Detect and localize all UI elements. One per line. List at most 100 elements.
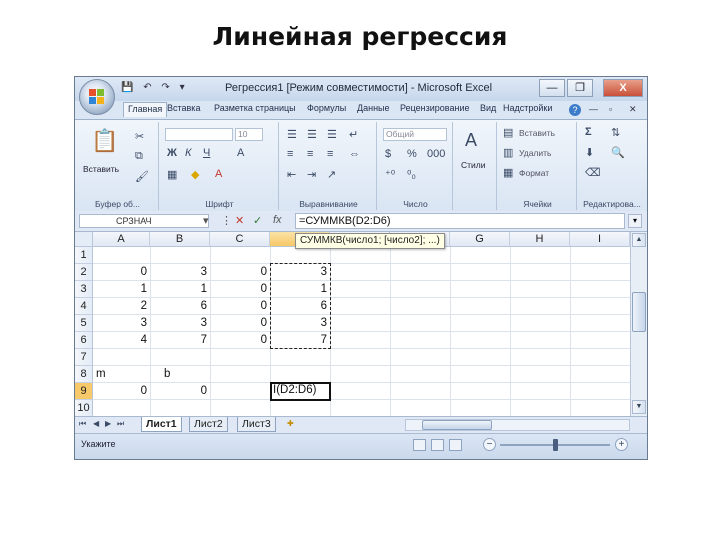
column-header-i[interactable]: I <box>570 232 630 247</box>
cell-c2[interactable]: 0 <box>210 264 270 281</box>
tab-addins[interactable]: Надстройки <box>503 103 552 113</box>
scroll-down-icon[interactable]: ▼ <box>632 400 646 414</box>
zoom-in-icon[interactable]: + <box>615 438 628 451</box>
italic-icon[interactable]: К <box>185 147 191 159</box>
cell-b2[interactable]: 3 <box>150 264 210 281</box>
tab-view[interactable]: Вид <box>480 103 496 113</box>
align-right-icon[interactable]: ≡ <box>327 148 333 160</box>
horizontal-scrollbar[interactable] <box>405 419 630 431</box>
insert-sheet-icon[interactable]: ✚ <box>287 419 294 428</box>
percent-icon[interactable]: % <box>407 148 417 160</box>
tab-page-layout[interactable]: Разметка страницы <box>214 103 296 113</box>
select-all-corner[interactable] <box>75 232 93 247</box>
align-middle-icon[interactable]: ☰ <box>307 128 317 141</box>
name-box[interactable]: СРЗНАЧ <box>79 214 209 228</box>
autosum-icon[interactable]: Σ <box>585 126 592 138</box>
help-icon[interactable]: ? <box>569 104 581 116</box>
cell-c6[interactable]: 0 <box>210 332 270 349</box>
decrease-decimal-icon[interactable]: ⁰₀ <box>407 168 416 181</box>
cell-b6[interactable]: 7 <box>150 332 210 349</box>
thousands-icon[interactable]: 000 <box>427 148 445 160</box>
fill-color-icon[interactable]: ◆ <box>191 168 199 181</box>
name-box-dropdown-icon[interactable]: ▾ <box>203 214 209 227</box>
align-center-icon[interactable]: ≡ <box>307 148 313 160</box>
paste-label[interactable]: Вставить <box>83 164 119 174</box>
cell-c5[interactable]: 0 <box>210 315 270 332</box>
cell-a4[interactable]: 2 <box>93 298 150 315</box>
formula-input[interactable]: =СУММКВ(D2:D6) <box>295 213 625 229</box>
vertical-scrollbar[interactable]: ▲ ▼ <box>630 232 647 416</box>
column-header-c[interactable]: C <box>210 232 270 247</box>
number-format-combo[interactable]: Общий <box>383 128 447 141</box>
confirm-entry-icon[interactable]: ✓ <box>253 214 262 227</box>
find-icon[interactable]: 🔍 <box>611 146 625 159</box>
grow-font-icon[interactable]: A <box>237 147 244 159</box>
ribbon-restore-icon[interactable]: ▫ <box>609 104 612 114</box>
customize-qat-icon[interactable]: ▾ <box>180 82 185 93</box>
row-header-1[interactable]: 1 <box>75 247 93 264</box>
underline-icon[interactable]: Ч <box>203 147 210 159</box>
cell-b4[interactable]: 6 <box>150 298 210 315</box>
row-header-2[interactable]: 2 <box>75 264 93 281</box>
close-button[interactable]: X <box>603 79 643 97</box>
row-header-3[interactable]: 3 <box>75 281 93 298</box>
active-cell-d9[interactable]: I(D2:D6) <box>270 382 331 401</box>
scroll-up-icon[interactable]: ▲ <box>632 233 646 247</box>
increase-decimal-icon[interactable]: ⁺⁰ <box>385 168 395 181</box>
restore-button[interactable]: ❐ <box>567 79 593 97</box>
cell-a9[interactable]: 0 <box>93 383 150 400</box>
styles-label[interactable]: Стили <box>461 160 486 170</box>
horizontal-scroll-thumb[interactable] <box>422 420 492 430</box>
increase-indent-icon[interactable]: ⇥ <box>307 168 316 181</box>
sheet-tab-2[interactable]: Лист2 <box>189 417 228 432</box>
format-painter-icon[interactable]: 🖌 <box>135 170 149 183</box>
align-top-icon[interactable]: ☰ <box>287 128 297 141</box>
undo-icon[interactable]: ↶ <box>143 82 151 93</box>
cell-a2[interactable]: 0 <box>93 264 150 281</box>
redo-icon[interactable]: ↷ <box>161 82 169 93</box>
sheet-tab-1[interactable]: Лист1 <box>141 417 182 432</box>
sort-filter-icon[interactable]: ⇅ <box>611 126 620 139</box>
ribbon-minimize-icon[interactable]: — <box>589 104 598 114</box>
cell-b9[interactable]: 0 <box>150 383 210 400</box>
prev-sheet-icon[interactable]: ◀ <box>93 419 99 428</box>
copy-icon[interactable]: ⧉ <box>135 150 143 163</box>
column-header-a[interactable]: A <box>93 232 150 247</box>
align-left-icon[interactable]: ≡ <box>287 148 293 160</box>
tab-insert[interactable]: Вставка <box>167 103 200 113</box>
page-break-view-icon[interactable] <box>449 439 462 451</box>
cell-a8[interactable]: m <box>93 366 150 383</box>
fill-icon[interactable]: ⬇ <box>585 146 594 159</box>
zoom-out-icon[interactable]: − <box>483 438 496 451</box>
next-sheet-icon[interactable]: ▶ <box>105 419 111 428</box>
delete-cells-label[interactable]: Удалить <box>519 148 551 158</box>
wrap-text-icon[interactable]: ↵ <box>349 128 358 141</box>
align-bottom-icon[interactable]: ☰ <box>327 128 337 141</box>
orientation-icon[interactable]: ↗ <box>327 168 336 181</box>
row-header-10[interactable]: 10 <box>75 400 93 416</box>
vertical-scroll-thumb[interactable] <box>632 292 646 332</box>
borders-icon[interactable]: ▦ <box>167 168 177 181</box>
font-name-combo[interactable] <box>165 128 233 141</box>
clear-icon[interactable]: ⌫ <box>585 166 601 179</box>
cell-b8[interactable]: b <box>150 366 210 383</box>
tab-formulas[interactable]: Формулы <box>307 103 346 113</box>
cut-icon[interactable]: ✂ <box>135 130 144 143</box>
row-header-6[interactable]: 6 <box>75 332 93 349</box>
cell-c4[interactable]: 0 <box>210 298 270 315</box>
paste-icon[interactable]: 📋 <box>91 128 118 154</box>
expand-formula-icon[interactable]: ▾ <box>628 214 642 228</box>
minimize-button[interactable]: — <box>539 79 565 97</box>
cell-a5[interactable]: 3 <box>93 315 150 332</box>
insert-function-icon[interactable]: fx <box>273 214 282 226</box>
normal-view-icon[interactable] <box>413 439 426 451</box>
sheet-tab-3[interactable]: Лист3 <box>237 417 276 432</box>
merge-icon[interactable]: ⇔ <box>349 148 360 160</box>
styles-icon[interactable]: A <box>465 130 477 151</box>
row-header-9[interactable]: 9 <box>75 383 93 400</box>
row-header-5[interactable]: 5 <box>75 315 93 332</box>
font-color-icon[interactable]: A <box>215 168 222 180</box>
cell-b3[interactable]: 1 <box>150 281 210 298</box>
cell-a6[interactable]: 4 <box>93 332 150 349</box>
row-header-4[interactable]: 4 <box>75 298 93 315</box>
